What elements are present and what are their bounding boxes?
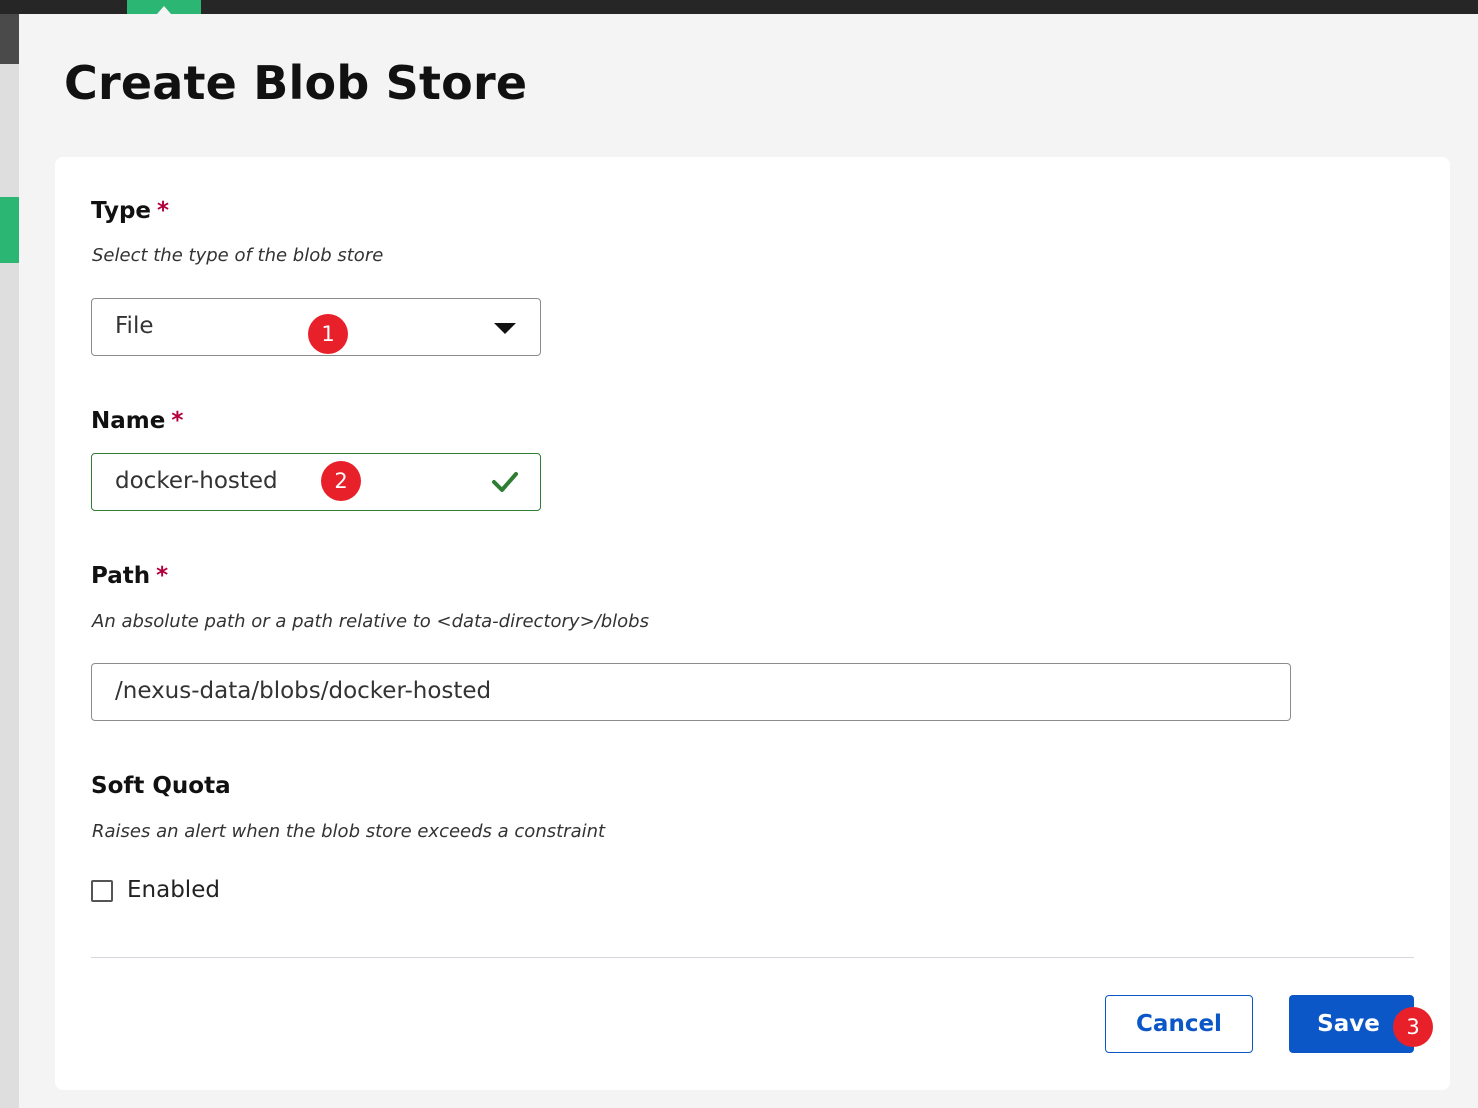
annotation-marker-1: 1 bbox=[308, 314, 348, 354]
sidebar-active-item[interactable] bbox=[0, 197, 19, 263]
soft-quota-enabled-label[interactable]: Enabled bbox=[127, 877, 220, 903]
page-title: Create Blob Store bbox=[64, 56, 528, 110]
type-description: Select the type of the blob store bbox=[92, 245, 384, 266]
caret-down-icon bbox=[494, 323, 516, 334]
name-label: Name * bbox=[91, 408, 184, 434]
soft-quota-description: Raises an alert when the blob store exce… bbox=[92, 821, 606, 842]
annotation-marker-2: 2 bbox=[321, 461, 361, 501]
blob-store-form: Type * Select the type of the blob store … bbox=[55, 157, 1450, 1090]
form-divider bbox=[91, 957, 1414, 958]
required-mark: * bbox=[156, 563, 169, 589]
top-nav-bar bbox=[0, 0, 1478, 14]
cancel-button[interactable]: Cancel bbox=[1105, 995, 1253, 1053]
annotation-marker-3: 3 bbox=[1393, 1007, 1433, 1047]
required-mark: * bbox=[157, 198, 170, 224]
top-nav-active-tab[interactable] bbox=[127, 0, 201, 14]
name-input[interactable]: docker-hosted bbox=[91, 453, 541, 511]
type-label: Type * bbox=[91, 198, 170, 224]
path-input-value: /nexus-data/blobs/docker-hosted bbox=[115, 678, 492, 704]
path-input[interactable]: /nexus-data/blobs/docker-hosted bbox=[91, 663, 1291, 721]
required-mark: * bbox=[171, 408, 184, 434]
soft-quota-label: Soft Quota bbox=[91, 773, 231, 799]
type-select-value: File bbox=[115, 313, 154, 339]
active-tab-indicator bbox=[157, 6, 171, 14]
checkmark-icon bbox=[492, 472, 518, 492]
path-label: Path * bbox=[91, 563, 169, 589]
soft-quota-enabled-checkbox[interactable] bbox=[91, 880, 113, 902]
name-input-value: docker-hosted bbox=[115, 468, 278, 494]
sidebar bbox=[0, 14, 19, 1108]
path-description: An absolute path or a path relative to <… bbox=[92, 611, 649, 632]
sidebar-top-item[interactable] bbox=[0, 14, 19, 64]
